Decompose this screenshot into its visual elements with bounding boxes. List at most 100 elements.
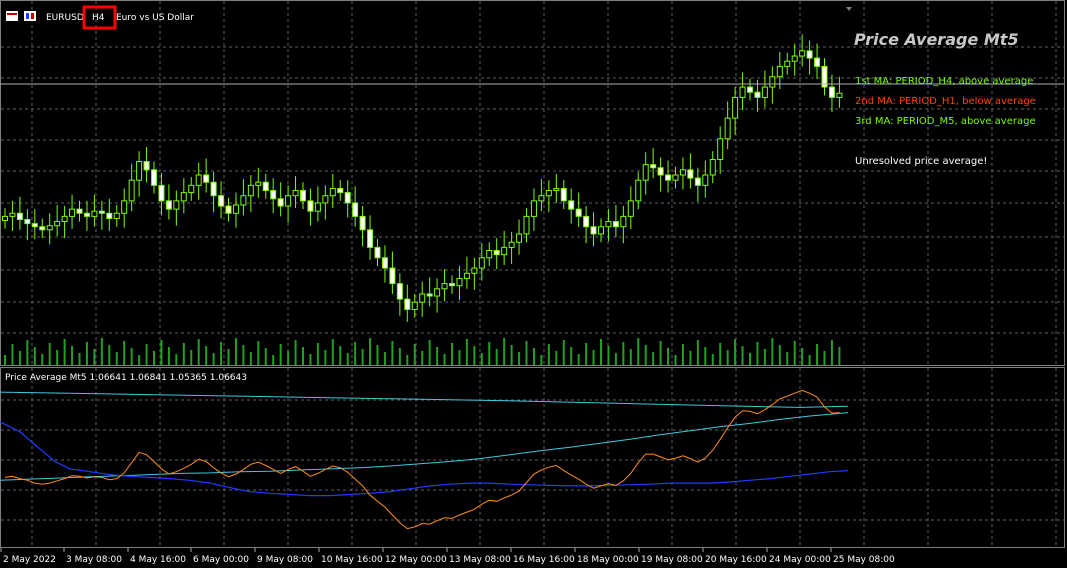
candle-body[interactable] bbox=[31, 223, 38, 228]
candle-body[interactable] bbox=[389, 267, 396, 285]
candle-body[interactable] bbox=[419, 293, 426, 303]
candle-body[interactable] bbox=[501, 246, 508, 256]
candle-body[interactable] bbox=[121, 200, 128, 214]
candle-body[interactable] bbox=[739, 86, 746, 98]
candle-body[interactable] bbox=[165, 200, 172, 210]
candle-body[interactable] bbox=[270, 190, 277, 200]
candle-body[interactable] bbox=[352, 202, 359, 217]
candle-body[interactable] bbox=[240, 195, 247, 206]
candle-body[interactable] bbox=[791, 55, 798, 62]
candle-body[interactable] bbox=[612, 221, 619, 228]
candle-body[interactable] bbox=[657, 167, 664, 176]
candle-body[interactable] bbox=[769, 76, 776, 88]
candle-body[interactable] bbox=[568, 200, 575, 210]
candle-body[interactable] bbox=[210, 181, 217, 197]
candle-body[interactable] bbox=[605, 221, 612, 228]
candle-body[interactable] bbox=[486, 250, 493, 259]
candle-body[interactable] bbox=[2, 215, 8, 222]
candle-body[interactable] bbox=[702, 174, 709, 186]
candle-body[interactable] bbox=[262, 181, 269, 192]
candle-body[interactable] bbox=[329, 187, 336, 197]
candle-body[interactable] bbox=[687, 169, 694, 179]
candle-body[interactable] bbox=[754, 91, 761, 98]
candle-body[interactable] bbox=[650, 164, 657, 169]
candle-body[interactable] bbox=[642, 164, 649, 181]
candle-body[interactable] bbox=[434, 288, 441, 297]
candle-body[interactable] bbox=[300, 190, 306, 202]
candle-body[interactable] bbox=[285, 195, 292, 207]
candle-body[interactable] bbox=[784, 60, 791, 67]
one-click-trade-icon[interactable] bbox=[24, 11, 36, 21]
candle-body[interactable] bbox=[806, 50, 813, 59]
candle-body[interactable] bbox=[747, 86, 753, 93]
candle-body[interactable] bbox=[367, 229, 374, 248]
candle-body[interactable] bbox=[173, 200, 180, 210]
candle-body[interactable] bbox=[620, 215, 627, 228]
candle-body[interactable] bbox=[598, 226, 604, 235]
candle-body[interactable] bbox=[717, 138, 724, 160]
candle-body[interactable] bbox=[590, 226, 597, 235]
candle-body[interactable] bbox=[292, 190, 299, 197]
candle-body[interactable] bbox=[307, 200, 314, 212]
candle-body[interactable] bbox=[463, 272, 470, 279]
candle-body[interactable] bbox=[314, 202, 321, 212]
candle-body[interactable] bbox=[83, 212, 90, 217]
candle-body[interactable] bbox=[732, 96, 739, 119]
candle-body[interactable] bbox=[344, 192, 351, 204]
candle-body[interactable] bbox=[411, 301, 418, 310]
candle-body[interactable] bbox=[76, 208, 83, 214]
candle-body[interactable] bbox=[188, 184, 195, 194]
candle-body[interactable] bbox=[538, 195, 545, 202]
candle-body[interactable] bbox=[337, 187, 344, 194]
candle-body[interactable] bbox=[709, 158, 716, 176]
candle-body[interactable] bbox=[106, 212, 113, 219]
candle-body[interactable] bbox=[151, 169, 157, 186]
candle-body[interactable] bbox=[16, 212, 23, 220]
candle-body[interactable] bbox=[814, 57, 821, 67]
candle-body[interactable] bbox=[9, 212, 16, 217]
candle-body[interactable] bbox=[627, 200, 634, 217]
candle-body[interactable] bbox=[247, 184, 254, 197]
candle-body[interactable] bbox=[530, 200, 537, 217]
candle-body[interactable] bbox=[761, 86, 768, 98]
candle-body[interactable] bbox=[560, 187, 567, 202]
candle-body[interactable] bbox=[836, 92, 843, 98]
candle-body[interactable] bbox=[724, 117, 731, 140]
candle-body[interactable] bbox=[523, 215, 530, 235]
candle-body[interactable] bbox=[255, 181, 262, 186]
candle-body[interactable] bbox=[61, 215, 68, 223]
candle-body[interactable] bbox=[277, 198, 284, 207]
candle-body[interactable] bbox=[672, 174, 679, 181]
candle-body[interactable] bbox=[679, 169, 686, 176]
candle-body[interactable] bbox=[545, 190, 552, 197]
candle-body[interactable] bbox=[322, 195, 329, 204]
candle-body[interactable] bbox=[46, 225, 53, 231]
candle-body[interactable] bbox=[113, 212, 120, 219]
candle-body[interactable] bbox=[143, 161, 150, 171]
candle-body[interactable] bbox=[91, 210, 98, 217]
candle-body[interactable] bbox=[374, 246, 381, 259]
candle-body[interactable] bbox=[441, 283, 448, 290]
candle-body[interactable] bbox=[404, 298, 411, 310]
candle-body[interactable] bbox=[180, 192, 187, 202]
candle-body[interactable] bbox=[828, 86, 835, 98]
candle-body[interactable] bbox=[449, 283, 455, 287]
candle-body[interactable] bbox=[24, 218, 31, 225]
candle-body[interactable] bbox=[575, 208, 582, 217]
candle-body[interactable] bbox=[426, 293, 433, 297]
candle-body[interactable] bbox=[195, 174, 202, 186]
candle-body[interactable] bbox=[665, 174, 672, 181]
candle-body[interactable] bbox=[232, 204, 239, 214]
candle-body[interactable] bbox=[635, 179, 642, 202]
candle-body[interactable] bbox=[136, 161, 143, 181]
candle-body[interactable] bbox=[396, 283, 403, 300]
grid-icon[interactable] bbox=[6, 11, 18, 21]
candle-body[interactable] bbox=[799, 50, 806, 57]
candle-body[interactable] bbox=[54, 221, 61, 227]
candle-body[interactable] bbox=[456, 277, 463, 287]
candle-body[interactable] bbox=[39, 226, 46, 231]
candle-body[interactable] bbox=[225, 205, 232, 214]
candle-body[interactable] bbox=[508, 241, 515, 248]
candle-body[interactable] bbox=[583, 215, 590, 228]
candle-body[interactable] bbox=[98, 210, 105, 214]
